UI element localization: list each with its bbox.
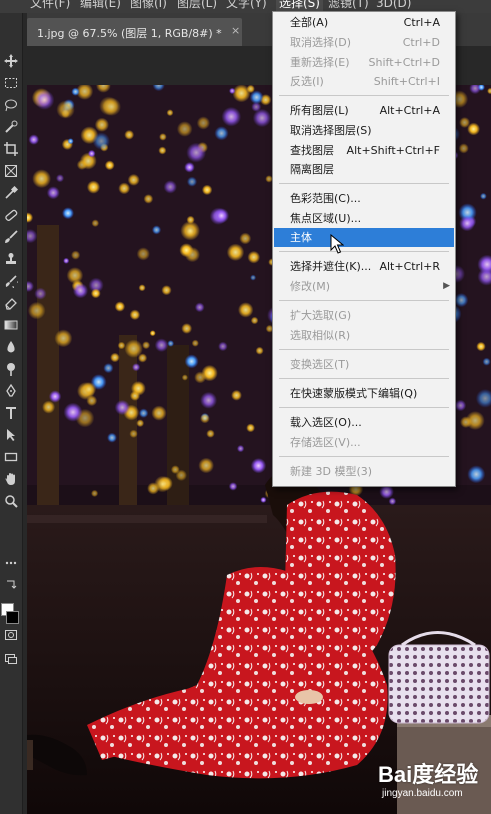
menu-item-label: 色彩范围(C)...	[290, 192, 361, 205]
tools-panel	[0, 13, 23, 814]
menu-item-label: 全部(A)	[290, 16, 329, 29]
menu-item-label: 扩大选取(G)	[290, 309, 352, 322]
menu-item-label: 隔离图层	[290, 163, 334, 176]
brush-tool-icon[interactable]	[1, 227, 21, 247]
menu-item-load-selection[interactable]: 载入选区(O)...	[274, 413, 454, 432]
menu-separator	[279, 378, 449, 379]
menu-filter[interactable]: 滤镜(T)	[328, 0, 369, 11]
menu-3d[interactable]: 3D(D)	[376, 0, 411, 11]
quick-select-tool-icon[interactable]	[1, 117, 21, 137]
menu-item-label: 取消选择(D)	[290, 36, 352, 49]
menu-item-subject[interactable]: 主体	[274, 228, 454, 247]
history-brush-icon[interactable]	[1, 271, 21, 291]
type-tool-icon[interactable]	[1, 403, 21, 423]
gradient-tool-icon[interactable]	[1, 315, 21, 335]
menu-separator	[279, 95, 449, 96]
menu-item-label: 反选(I)	[290, 75, 324, 88]
menu-item-label: 新建 3D 模型(3)	[290, 465, 373, 478]
menu-file[interactable]: 文件(F)	[30, 0, 70, 11]
menu-separator	[279, 407, 449, 408]
submenu-arrow-icon: ▶	[443, 281, 450, 291]
menu-select[interactable]: 选择(S)	[276, 0, 323, 11]
menu-item-label: 焦点区域(U)...	[290, 212, 362, 225]
menu-item-find-layers[interactable]: 查找图层 Alt+Shift+Ctrl+F	[274, 141, 454, 160]
swap-colors-icon[interactable]	[1, 575, 21, 595]
lasso-tool-icon[interactable]	[1, 95, 21, 115]
baidu-jingyan-watermark: Bai度经验 jingyan.baidu.com	[378, 757, 488, 807]
stamp-tool-icon[interactable]	[1, 249, 21, 269]
menu-item-deselect-layers[interactable]: 取消选择图层(S)	[274, 121, 454, 140]
menu-type[interactable]: 文字(Y)	[226, 0, 267, 11]
screen-mode-icon[interactable]	[1, 649, 21, 669]
menu-item-shortcut: Alt+Ctrl+A	[379, 104, 440, 117]
menu-item-select-all[interactable]: 全部(A) Ctrl+A	[274, 13, 454, 32]
menu-item-shortcut: Alt+Shift+Ctrl+F	[346, 144, 440, 157]
menu-item-label: 选择并遮住(K)...	[290, 260, 372, 273]
menu-item-inverse: 反选(I) Shift+Ctrl+I	[274, 72, 454, 91]
menu-item-modify: 修改(M) ▶	[274, 277, 454, 296]
path-select-icon[interactable]	[1, 425, 21, 445]
marquee-tool-icon[interactable]	[1, 73, 21, 93]
menu-layer[interactable]: 图层(L)	[177, 0, 217, 11]
more-tools-icon[interactable]	[1, 553, 21, 573]
menu-item-reselect: 重新选择(E) Shift+Ctrl+D	[274, 53, 454, 72]
eraser-tool-icon[interactable]	[1, 293, 21, 313]
menu-item-label: 变换选区(T)	[290, 358, 350, 371]
menu-item-new-3d-model: 新建 3D 模型(3)	[274, 462, 454, 481]
watermark-brand: Bai度经验	[378, 762, 479, 787]
menu-edit[interactable]: 编辑(E)	[80, 0, 121, 11]
dodge-tool-icon[interactable]	[1, 359, 21, 379]
move-tool-icon[interactable]	[1, 51, 21, 71]
menu-item-label: 载入选区(O)...	[290, 416, 362, 429]
menu-item-label: 修改(M)	[290, 280, 331, 293]
menu-item-shortcut: Shift+Ctrl+D	[368, 56, 440, 69]
document-tab-title: 1.jpg @ 67.5% (图层 1, RGB/8#) *	[37, 27, 222, 40]
menu-item-transform-selection: 变换选区(T)	[274, 355, 454, 374]
quick-mask-icon[interactable]	[1, 625, 21, 645]
document-tab[interactable]: 1.jpg @ 67.5% (图层 1, RGB/8#) * ×	[27, 18, 242, 46]
menu-item-quick-mask[interactable]: 在快速蒙版模式下编辑(Q)	[274, 384, 454, 403]
menu-item-shortcut: Ctrl+D	[402, 36, 440, 49]
menu-separator	[279, 251, 449, 252]
menu-item-grow: 扩大选取(G)	[274, 306, 454, 325]
menu-item-label: 在快速蒙版模式下编辑(Q)	[290, 387, 418, 400]
menu-item-shortcut: Ctrl+A	[403, 16, 440, 29]
menu-item-all-layers[interactable]: 所有图层(L) Alt+Ctrl+A	[274, 101, 454, 120]
eyedropper-tool-icon[interactable]	[1, 183, 21, 203]
menu-item-shortcut: Shift+Ctrl+I	[373, 75, 440, 88]
menu-item-label: 取消选择图层(S)	[290, 124, 372, 137]
watermark-url: jingyan.baidu.com	[382, 788, 463, 799]
menu-item-label: 主体	[290, 231, 312, 244]
background-color-swatch[interactable]	[6, 611, 19, 624]
menu-item-label: 存储选区(V)...	[290, 436, 361, 449]
close-icon[interactable]: ×	[231, 24, 240, 37]
pen-tool-icon[interactable]	[1, 381, 21, 401]
menu-separator	[279, 349, 449, 350]
hand-tool-icon[interactable]	[1, 469, 21, 489]
menu-item-save-selection: 存储选区(V)...	[274, 433, 454, 452]
healing-brush-icon[interactable]	[1, 205, 21, 225]
menu-item-label: 选取相似(R)	[290, 329, 351, 342]
mouse-cursor-icon	[330, 234, 344, 254]
frame-tool-icon[interactable]	[1, 161, 21, 181]
select-menu-dropdown: 全部(A) Ctrl+A 取消选择(D) Ctrl+D 重新选择(E) Shif…	[272, 11, 456, 487]
menu-item-select-and-mask[interactable]: 选择并遮住(K)... Alt+Ctrl+R	[274, 257, 454, 276]
menu-item-similar: 选取相似(R)	[274, 326, 454, 345]
menu-item-deselect: 取消选择(D) Ctrl+D	[274, 33, 454, 52]
menu-item-label: 重新选择(E)	[290, 56, 350, 69]
menu-item-label: 所有图层(L)	[290, 104, 349, 117]
menu-image[interactable]: 图像(I)	[130, 0, 167, 11]
crop-tool-icon[interactable]	[1, 139, 21, 159]
menu-item-isolate-layers[interactable]: 隔离图层	[274, 160, 454, 179]
menu-item-shortcut: Alt+Ctrl+R	[379, 260, 440, 273]
zoom-tool-icon[interactable]	[1, 491, 21, 511]
menu-separator	[279, 183, 449, 184]
menu-item-color-range[interactable]: 色彩范围(C)...	[274, 189, 454, 208]
menu-separator	[279, 300, 449, 301]
rectangle-tool-icon[interactable]	[1, 447, 21, 467]
menu-item-label: 查找图层	[290, 144, 334, 157]
blur-tool-icon[interactable]	[1, 337, 21, 357]
menu-item-focus-area[interactable]: 焦点区域(U)...	[274, 209, 454, 228]
menu-separator	[279, 456, 449, 457]
